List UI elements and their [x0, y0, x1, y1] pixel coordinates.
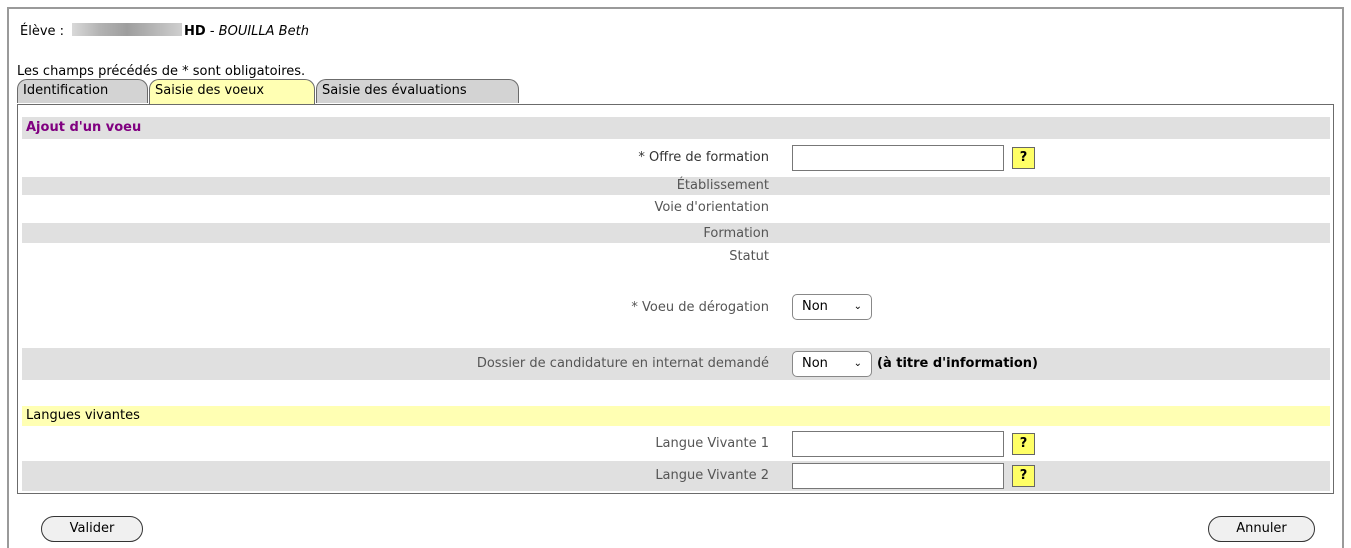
row-lv1: Langue Vivante 1 ?: [22, 428, 1330, 460]
offre-input[interactable]: [792, 145, 1004, 171]
section-header-langues: Langues vivantes: [22, 406, 1330, 426]
row-derogation: * Voeu de dérogation Non ⌄: [22, 291, 1330, 323]
formation-label: Formation: [703, 226, 769, 241]
lv2-input[interactable]: [792, 463, 1004, 489]
student-prefix: Élève :: [20, 24, 65, 39]
offre-label: * Offre de formation: [638, 150, 769, 165]
derogation-select[interactable]: Non ⌄: [792, 294, 872, 320]
lv2-help-button[interactable]: ?: [1012, 465, 1035, 487]
row-etablissement: Établissement: [22, 177, 1330, 195]
student-separator: -: [205, 24, 219, 39]
internat-info-note: (à titre d'information): [877, 356, 1038, 371]
lv1-input[interactable]: [792, 431, 1004, 457]
student-name: BOUILLA Beth: [218, 24, 309, 39]
student-code-suffix: HD: [184, 24, 206, 39]
tab-saisie-voeux[interactable]: Saisie des voeux: [149, 79, 315, 105]
row-offre: * Offre de formation ?: [22, 143, 1330, 173]
row-formation: Formation: [22, 223, 1330, 243]
tab-saisie-evaluations[interactable]: Saisie des évaluations: [316, 79, 519, 103]
offre-help-button[interactable]: ?: [1012, 147, 1035, 169]
row-statut: Statut: [22, 247, 1330, 267]
langues-section-title: Langues vivantes: [26, 408, 140, 423]
row-internat: Dossier de candidature en internat deman…: [22, 348, 1330, 380]
chevron-down-icon: ⌄: [853, 301, 862, 312]
chevron-down-icon: ⌄: [853, 358, 862, 369]
lv2-label: Langue Vivante 2: [655, 468, 769, 483]
statut-label: Statut: [729, 249, 769, 264]
voie-label: Voie d'orientation: [654, 200, 769, 215]
section-title: Ajout d'un voeu: [26, 120, 142, 135]
tab-label: Saisie des évaluations: [322, 83, 467, 98]
tab-label: Identification: [23, 83, 109, 98]
internat-select[interactable]: Non ⌄: [792, 351, 872, 377]
form-panel: Ajout d'un voeu * Offre de formation ? É…: [17, 104, 1334, 494]
internat-label: Dossier de candidature en internat deman…: [476, 356, 769, 371]
cancel-button[interactable]: Annuler: [1208, 516, 1315, 542]
etablissement-label: Établissement: [676, 178, 769, 193]
internat-value: Non: [802, 356, 828, 371]
tab-identification[interactable]: Identification: [17, 79, 148, 103]
redacted-id: [72, 23, 183, 36]
derogation-value: Non: [802, 299, 828, 314]
row-voie: Voie d'orientation: [22, 199, 1330, 217]
student-header: Élève : HD - BOUILLA Beth: [20, 23, 309, 39]
validate-button[interactable]: Valider: [41, 516, 143, 542]
lv1-help-button[interactable]: ?: [1012, 433, 1035, 455]
row-lv2: Langue Vivante 2 ?: [22, 461, 1330, 491]
tab-label: Saisie des voeux: [155, 83, 265, 98]
required-notice: Les champs précédés de * sont obligatoir…: [17, 64, 306, 79]
lv1-label: Langue Vivante 1: [655, 436, 769, 451]
section-header-ajout: Ajout d'un voeu: [22, 117, 1330, 139]
derogation-label: * Voeu de dérogation: [631, 300, 769, 315]
